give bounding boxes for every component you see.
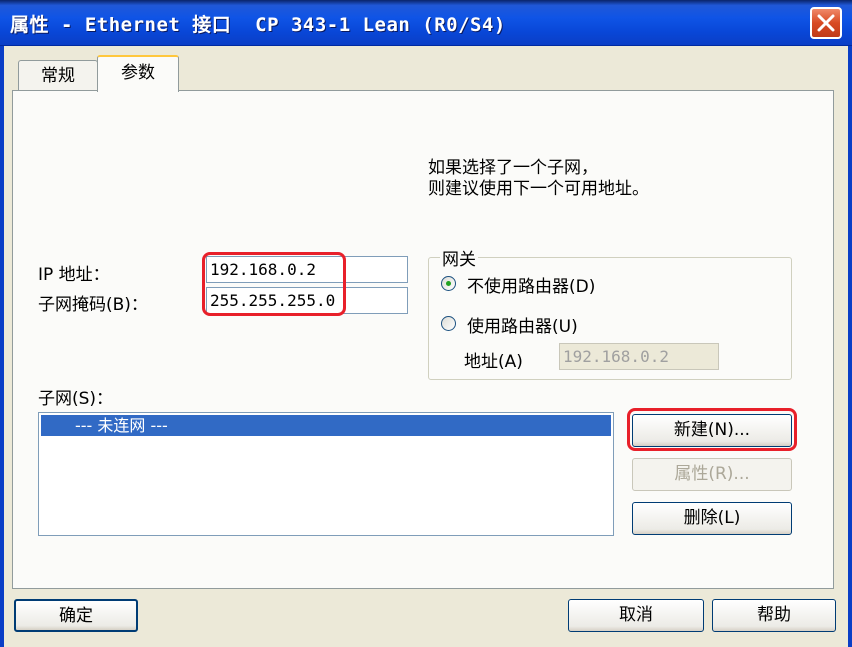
ok-button[interactable]: 确定 (14, 599, 138, 632)
highlight-ip-fields (202, 252, 346, 316)
no-router-label[interactable]: 不使用路由器(D) (467, 272, 595, 297)
router-address-label: 地址(A) (464, 352, 523, 372)
ip-address-label: IP 地址： (38, 265, 110, 285)
hint-line-1: 如果选择了一个子网， (428, 158, 598, 178)
router-address-input: 192.168.0.2 (559, 343, 719, 370)
use-router-label[interactable]: 使用路由器(U) (467, 312, 578, 337)
subnet-list[interactable]: --- 未连网 --- (38, 412, 614, 536)
window-frame-left (0, 46, 4, 647)
subnet-mask-label: 子网掩码(B)： (38, 295, 148, 315)
help-button[interactable]: 帮助 (712, 599, 836, 632)
gateway-group-title: 网关 (440, 245, 478, 270)
subnet-properties-button: 属性(R)... (632, 458, 792, 491)
delete-subnet-button[interactable]: 删除(L) (632, 502, 792, 535)
tab-parameters[interactable]: 参数 (97, 55, 179, 92)
hint-text: 如果选择了一个子网， 则建议使用下一个可用地址。 (428, 158, 649, 200)
highlight-new-button (627, 408, 797, 451)
list-item[interactable]: --- 未连网 --- (41, 415, 611, 436)
window-frame-right (848, 46, 852, 647)
use-router-radio[interactable] (441, 316, 456, 331)
title-bar: 属性 - Ethernet 接口 CP 343-1 Lean (R0/S4) (0, 0, 852, 46)
window-title: 属性 - Ethernet 接口 CP 343-1 Lean (R0/S4) (10, 14, 506, 36)
close-icon (817, 14, 835, 32)
subnet-label: 子网(S)： (38, 389, 114, 409)
no-router-radio[interactable] (441, 276, 456, 291)
close-button[interactable] (810, 7, 842, 39)
radio-selected-dot (446, 281, 451, 286)
hint-line-2: 则建议使用下一个可用地址。 (428, 179, 649, 199)
tab-general[interactable]: 常规 (18, 60, 98, 92)
cancel-button[interactable]: 取消 (568, 599, 704, 632)
